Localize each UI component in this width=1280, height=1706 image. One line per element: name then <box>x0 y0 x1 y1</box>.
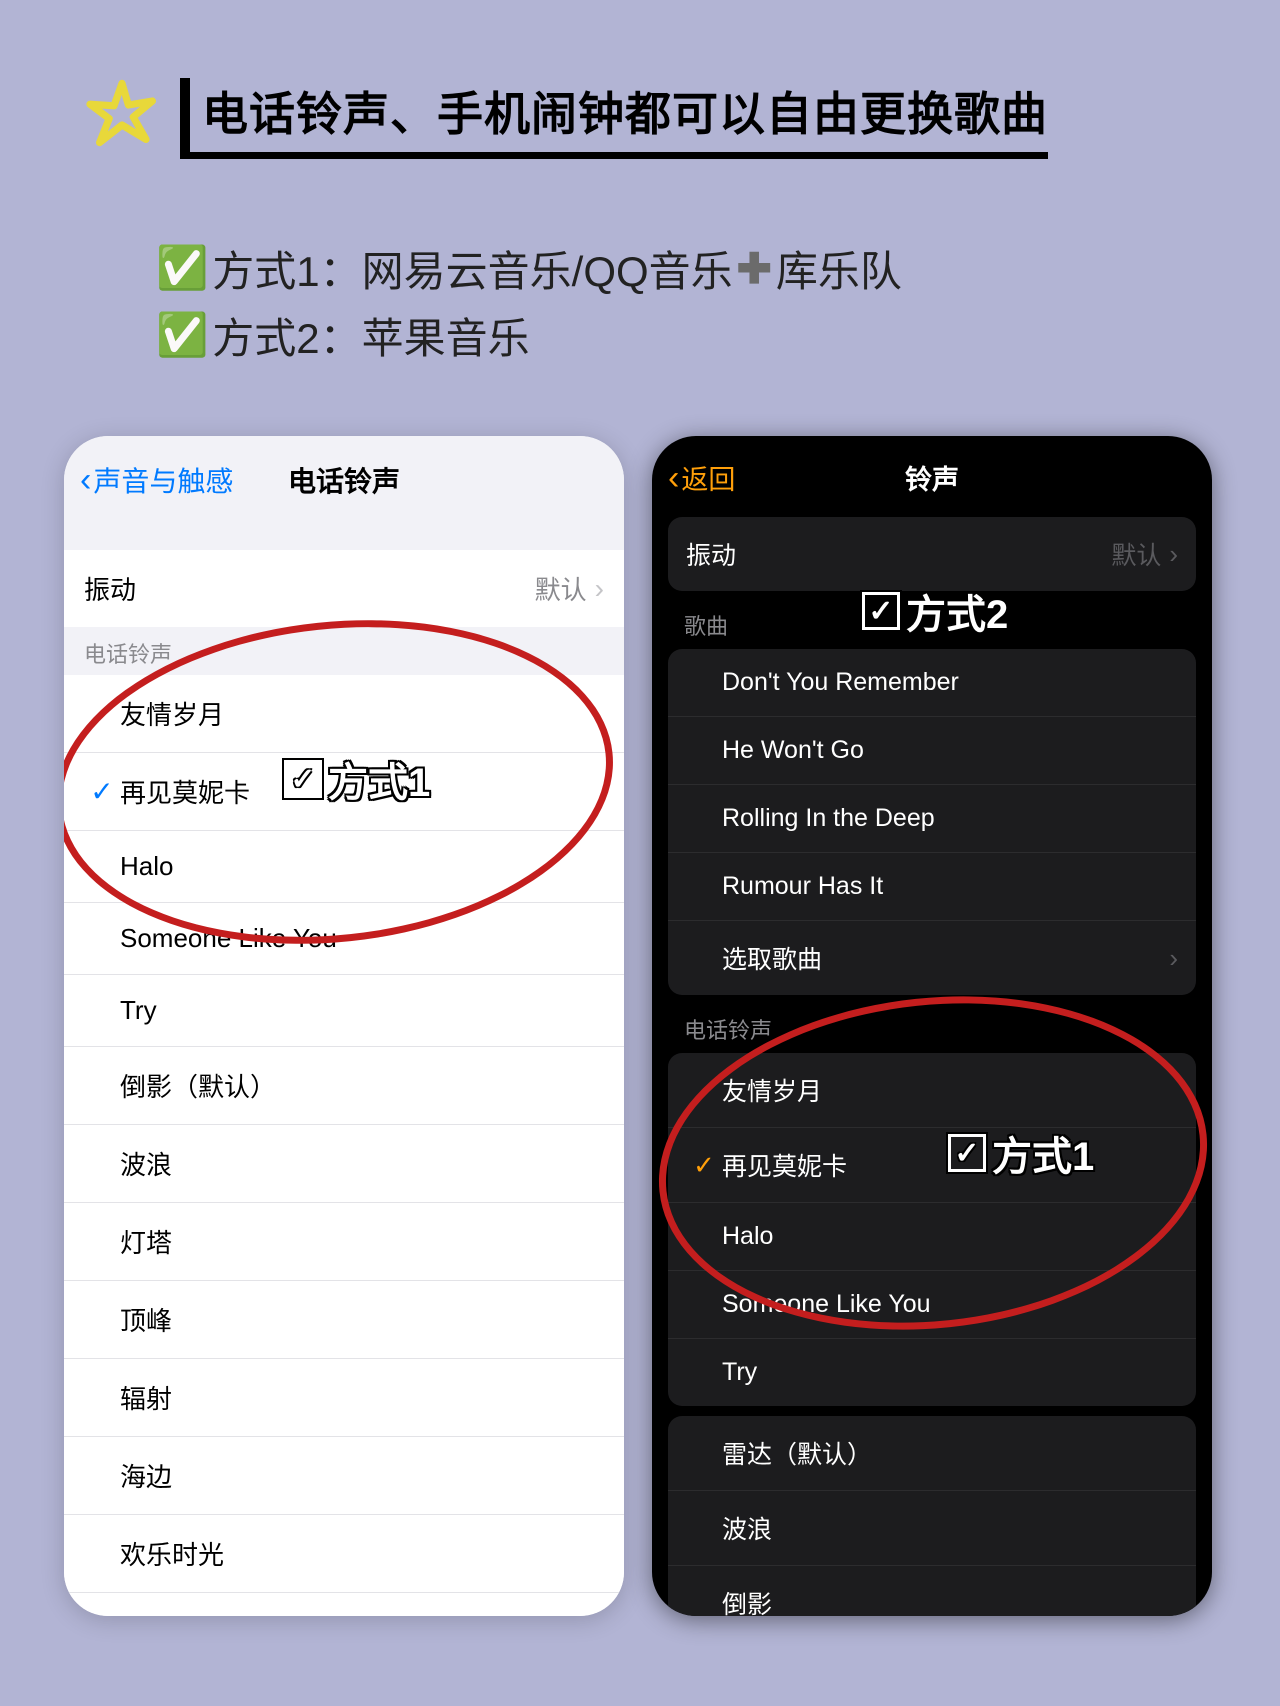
list-row[interactable]: 友情岁月 <box>668 1053 1196 1128</box>
vibration-row[interactable]: 振动 默认 › <box>668 517 1196 591</box>
row-label: 选取歌曲 <box>722 940 822 976</box>
chevron-left-icon: ‹ <box>668 461 679 495</box>
checkmark-icon: ✓ <box>686 1150 722 1181</box>
list-row[interactable]: Rumour Has It <box>668 853 1196 921</box>
chevron-left-icon: ‹ <box>80 463 91 497</box>
list-row[interactable]: Try <box>668 1339 1196 1406</box>
row-label: Rolling In the Deep <box>722 804 935 833</box>
ringtone-row[interactable]: 友情岁月 <box>64 675 624 753</box>
ringtone-row[interactable]: ✓再见莫妮卡 <box>64 753 624 831</box>
ringtone-label: 欢乐时光 <box>120 1535 224 1572</box>
star-icon <box>82 77 162 157</box>
ringtone-label: 再见莫妮卡 <box>120 773 250 810</box>
ringtone-row[interactable]: 波浪 <box>64 1125 624 1203</box>
row-label: Someone Like You <box>722 1290 931 1319</box>
back-button[interactable]: ‹ 声音与触感 <box>80 460 233 500</box>
chevron-right-icon: › <box>1169 539 1178 570</box>
ringtone-row[interactable]: 海边 <box>64 1437 624 1515</box>
vibration-label: 振动 <box>84 570 136 607</box>
row-label: 友情岁月 <box>722 1072 822 1108</box>
vibration-label: 振动 <box>686 536 736 572</box>
nav-title: 电话铃声 <box>288 460 400 500</box>
ringtone-label: Someone Like You <box>120 923 337 954</box>
nav-title: 铃声 <box>905 458 959 497</box>
back-label: 声音与触感 <box>93 460 233 500</box>
ringtone-row[interactable]: Someone Like You <box>64 903 624 975</box>
method-1-text-a: 方式1：网易云音乐/QQ音乐 <box>212 238 732 299</box>
chevron-right-icon: › <box>595 573 604 605</box>
section-songs-label: 歌曲 <box>652 591 1212 649</box>
vibration-value: 默认 <box>535 570 587 607</box>
list-row[interactable]: 倒影 <box>668 1566 1196 1616</box>
ringtone-row[interactable]: Halo <box>64 831 624 903</box>
ringtone-row[interactable]: 缓慢上升 <box>64 1593 624 1616</box>
vibration-row[interactable]: 振动 默认 › <box>64 550 624 627</box>
navbar: ‹ 声音与触感 电话铃声 <box>64 436 624 520</box>
ringtone-row[interactable]: 灯塔 <box>64 1203 624 1281</box>
list-row[interactable]: 波浪 <box>668 1491 1196 1566</box>
phone-light: ‹ 声音与触感 电话铃声 振动 默认 › 电话铃声 友情岁月 ✓再见莫妮卡 Halo… <box>64 436 624 1616</box>
ringtone-label: Try <box>120 995 157 1026</box>
method-1: ✅ 方式1：网易云音乐/QQ音乐 ✚ 库乐队 <box>156 238 902 299</box>
row-label: 波浪 <box>722 1510 772 1546</box>
row-label: Halo <box>722 1222 773 1251</box>
ringtone-label: 倒影（默认） <box>120 1067 276 1104</box>
method-2-text: 方式2：苹果音乐 <box>212 305 529 366</box>
ringtone-label: 顶峰 <box>120 1301 172 1338</box>
page-title: 电话铃声、手机闹钟都可以自由更换歌曲 <box>202 78 1048 144</box>
list-row[interactable]: Someone Like You <box>668 1271 1196 1339</box>
ringtone-row[interactable]: Try <box>64 975 624 1046</box>
chevron-right-icon: › <box>1169 943 1178 974</box>
page-header: 电话铃声、手机闹钟都可以自由更换歌曲 <box>82 78 1048 159</box>
ringtone-row[interactable]: 欢乐时光 <box>64 1515 624 1593</box>
list-row[interactable]: Don't You Remember <box>668 649 1196 717</box>
ringtone-row[interactable]: 辐射 <box>64 1359 624 1437</box>
ringtone-label: 海边 <box>120 1457 172 1494</box>
row-label: 雷达（默认） <box>722 1435 872 1471</box>
ringtone-label: 缓慢上升 <box>120 1613 224 1616</box>
ringtone-label: 辐射 <box>120 1379 172 1416</box>
checkmark-icon: ✓ <box>84 775 120 808</box>
list-row[interactable]: Rolling In the Deep <box>668 785 1196 853</box>
section-ringtones-label: 电话铃声 <box>652 995 1212 1053</box>
row-label: Try <box>722 1358 757 1387</box>
plus-icon: ✚ <box>737 244 772 293</box>
methods-list: ✅ 方式1：网易云音乐/QQ音乐 ✚ 库乐队 ✅ 方式2：苹果音乐 <box>156 238 902 372</box>
list-row[interactable]: He Won't Go <box>668 717 1196 785</box>
method-2: ✅ 方式2：苹果音乐 <box>156 305 902 366</box>
vibration-value: 默认 <box>1111 536 1161 572</box>
ringtone-label: Halo <box>120 851 173 882</box>
phone-dark: ‹ 返回 铃声 振动 默认 › 歌曲 Don't You Remember He … <box>652 436 1212 1616</box>
row-label: He Won't Go <box>722 736 864 765</box>
list-row[interactable]: 雷达（默认） <box>668 1416 1196 1491</box>
section-ringtones-label: 电话铃声 <box>64 627 624 675</box>
ringtone-row[interactable]: 倒影（默认） <box>64 1047 624 1125</box>
navbar: ‹ 返回 铃声 <box>652 436 1212 515</box>
ringtone-label: 友情岁月 <box>120 695 224 732</box>
row-label: Rumour Has It <box>722 872 883 901</box>
list-row[interactable]: ✓再见莫妮卡 <box>668 1128 1196 1203</box>
ringtone-row[interactable]: 顶峰 <box>64 1281 624 1359</box>
row-label: Don't You Remember <box>722 668 959 697</box>
checkmark-icon: ✅ <box>156 311 208 360</box>
row-label: 倒影 <box>722 1585 772 1616</box>
method-1-text-b: 库乐队 <box>776 238 902 299</box>
row-label: 再见莫妮卡 <box>722 1147 847 1183</box>
choose-song-row[interactable]: 选取歌曲 › <box>668 921 1196 995</box>
checkmark-icon: ✅ <box>156 244 208 293</box>
ringtone-label: 灯塔 <box>120 1223 172 1260</box>
ringtone-label: 波浪 <box>120 1145 172 1182</box>
back-button[interactable]: ‹ 返回 <box>668 458 735 497</box>
list-row[interactable]: Halo <box>668 1203 1196 1271</box>
back-label: 返回 <box>681 458 735 497</box>
